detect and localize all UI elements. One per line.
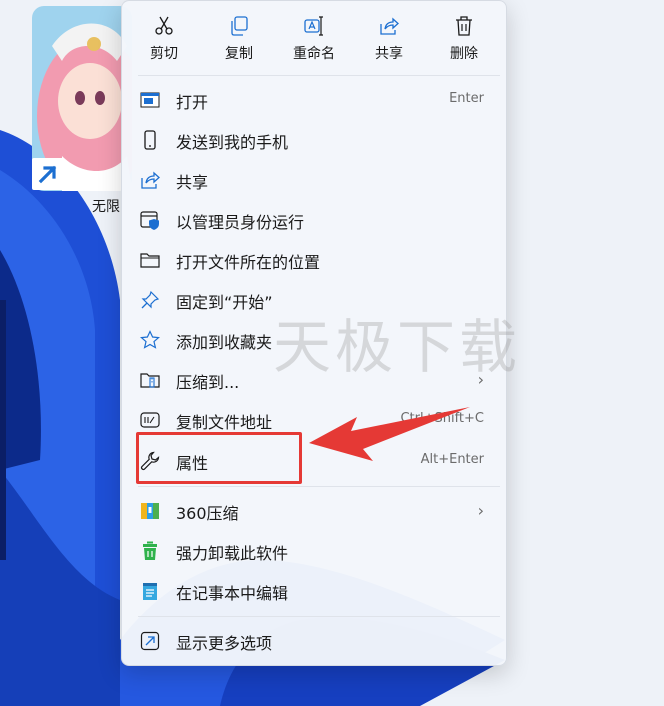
more-options-icon bbox=[140, 631, 160, 651]
quick-action-bar: 剪切 复制 重命名 共享 删除 bbox=[122, 1, 506, 75]
shortcut-label: 无限 bbox=[92, 199, 120, 215]
menu-item-open-file-location[interactable]: 打开文件所在的位置 bbox=[136, 241, 498, 279]
zip-folder-icon bbox=[140, 373, 160, 388]
copy-icon bbox=[231, 16, 248, 36]
copy-button[interactable]: 复制 bbox=[209, 9, 269, 69]
menu-item-send-to-phone[interactable]: 发送到我的手机 bbox=[136, 121, 498, 159]
360-zip-icon bbox=[141, 503, 159, 519]
context-menu: 剪切 复制 重命名 共享 删除 打开 Enter 发送到我的手机 共享 以管理员… bbox=[121, 0, 507, 666]
menu-item-share[interactable]: 共享 bbox=[136, 161, 498, 199]
annotation-arrow-icon bbox=[309, 407, 470, 461]
annotation-highlight-box bbox=[136, 432, 302, 484]
notepad-icon bbox=[143, 583, 157, 600]
scissors-icon bbox=[155, 16, 173, 35]
open-window-icon bbox=[140, 92, 160, 108]
folder-icon bbox=[140, 253, 160, 268]
menu-item-open[interactable]: 打开 Enter bbox=[136, 81, 498, 119]
share-icon bbox=[141, 171, 160, 189]
rename-button[interactable]: 重命名 bbox=[284, 9, 344, 69]
submenu-chevron-icon: › bbox=[477, 370, 484, 389]
menu-separator bbox=[138, 75, 500, 76]
uninstall-icon bbox=[143, 541, 157, 560]
menu-item-edit-in-notepad[interactable]: 在记事本中编辑 bbox=[136, 572, 498, 610]
cut-button[interactable]: 剪切 bbox=[134, 9, 194, 69]
copy-path-icon bbox=[140, 412, 160, 428]
pin-icon bbox=[141, 290, 160, 309]
menu-item-add-to-favorites[interactable]: 添加到收藏夹 bbox=[136, 321, 498, 359]
menu-item-pin-to-start[interactable]: 固定到“开始” bbox=[136, 281, 498, 319]
desktop-shortcut[interactable]: 无限 bbox=[32, 6, 132, 215]
share-icon bbox=[380, 17, 399, 35]
menu-separator bbox=[138, 616, 500, 617]
admin-shield-icon bbox=[140, 211, 159, 230]
menu-item-force-uninstall[interactable]: 强力卸载此软件 bbox=[136, 532, 498, 570]
menu-item-run-as-admin[interactable]: 以管理员身份运行 bbox=[136, 201, 498, 239]
menu-item-compress-to[interactable]: 压缩到... › bbox=[136, 361, 498, 399]
menu-item-360-compress[interactable]: 360压缩 › bbox=[136, 492, 498, 530]
share-button[interactable]: 共享 bbox=[359, 9, 419, 69]
delete-button[interactable]: 删除 bbox=[434, 9, 494, 69]
shortcut-arrow-icon bbox=[32, 158, 64, 190]
menu-separator bbox=[138, 486, 500, 487]
rename-icon bbox=[304, 16, 323, 36]
trash-icon bbox=[456, 16, 472, 36]
menu-item-show-more-options[interactable]: 显示更多选项 bbox=[136, 622, 498, 660]
star-icon bbox=[140, 330, 160, 349]
submenu-chevron-icon: › bbox=[477, 501, 484, 520]
phone-icon bbox=[144, 130, 156, 150]
